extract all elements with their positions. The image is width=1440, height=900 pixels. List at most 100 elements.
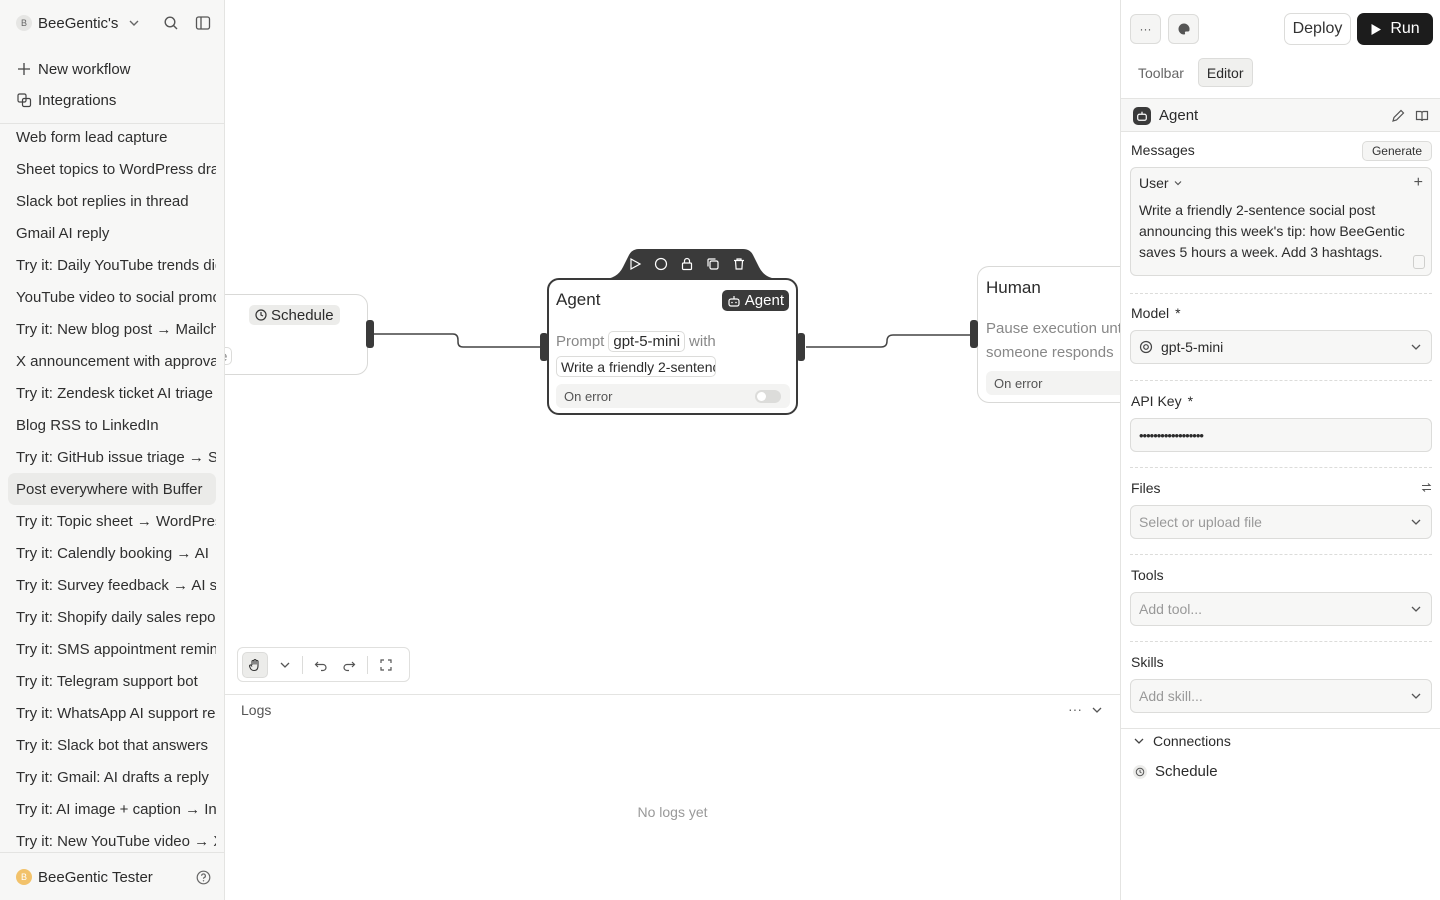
workflow-item[interactable]: Sheet topics to WordPress drafts (8, 153, 216, 185)
workflow-item[interactable]: Try it: SMS appointment reminder (8, 633, 216, 665)
new-workflow-label: New workflow (38, 60, 131, 78)
workflow-item[interactable]: Try it: Shopify daily sales report (8, 601, 216, 633)
human-node[interactable]: Human Pause execution until someone resp… (977, 266, 1120, 403)
connections-toggle[interactable]: Connections (1133, 733, 1231, 749)
schedule-output-handle[interactable] (366, 320, 374, 348)
workflow-item[interactable]: Try it: Zendesk ticket AI triage (8, 377, 216, 409)
workflow-item[interactable]: Web form lead capture (8, 121, 216, 153)
workspace-name[interactable]: BeeGentic's (38, 15, 120, 32)
lock-icon[interactable] (679, 256, 695, 272)
workflow-item[interactable]: Blog RSS to LinkedIn (8, 409, 216, 441)
section-divider (1130, 380, 1432, 381)
workflow-item[interactable]: X announcement with approval (8, 345, 216, 377)
workflow-item[interactable]: Try it: Topic sheet → WordPress (8, 505, 216, 537)
fit-view-button[interactable] (376, 652, 396, 678)
workflow-item[interactable]: Try it: Calendly booking → AI (8, 537, 216, 569)
panel-divider (1121, 728, 1440, 729)
more-button[interactable]: ··· (1130, 14, 1161, 44)
tab-editor[interactable]: Editor (1197, 58, 1253, 87)
workflow-item[interactable]: Try it: GitHub issue triage → Slack (8, 441, 216, 473)
expand-icon[interactable] (1413, 255, 1425, 269)
human-node-title: Human (986, 278, 1041, 297)
role-label: User (1139, 175, 1169, 191)
integrations-icon (16, 92, 32, 108)
tab-toolbar[interactable]: Toolbar (1130, 58, 1192, 87)
pencil-icon[interactable] (1391, 109, 1405, 123)
chevron-down-icon (1174, 181, 1181, 186)
agent-node-badge: Agent (721, 290, 789, 311)
run-button[interactable]: Run (1357, 13, 1433, 45)
help-icon[interactable] (196, 870, 211, 885)
tools-select[interactable]: Add tool... (1130, 592, 1432, 626)
undo-button[interactable] (311, 652, 331, 678)
agent-prompt-row: Prompt gpt-5-mini with (556, 331, 716, 352)
run-node-icon[interactable] (627, 256, 643, 272)
deploy-button[interactable]: Deploy (1284, 13, 1351, 45)
integrations-button[interactable]: Integrations (16, 88, 116, 112)
workflow-item[interactable]: Try it: WhatsApp AI support reply (8, 697, 216, 729)
human-input-handle[interactable] (970, 320, 978, 348)
tool-dropdown-button[interactable] (276, 652, 294, 678)
redo-button[interactable] (339, 652, 359, 678)
agent-output-handle[interactable] (797, 333, 805, 361)
workspace-switcher[interactable]: B BeeGentic's (16, 12, 211, 34)
prompt-label: Prompt (556, 333, 605, 350)
pan-tool-button[interactable] (242, 651, 268, 678)
search-icon[interactable] (163, 15, 179, 31)
clock-icon (255, 309, 267, 321)
agent-input-handle[interactable] (540, 333, 548, 361)
model-select[interactable]: gpt-5-mini (1130, 330, 1432, 364)
workflow-item[interactable]: Try it: Telegram support bot (8, 665, 216, 697)
workflow-item[interactable]: Try it: New YouTube video → X (8, 825, 216, 850)
chevron-down-icon[interactable] (128, 17, 140, 29)
logs-panel: Logs ··· No logs yet (225, 694, 1120, 900)
message-chip: Write a friendly 2-sentence (556, 356, 716, 377)
chevron-down-icon (1411, 693, 1421, 699)
workflow-item[interactable]: Try it: Gmail: AI drafts a reply (8, 761, 216, 793)
schedule-node[interactable]: Schedule time (225, 294, 368, 375)
new-workflow-button[interactable]: New workflow (16, 57, 131, 81)
workflow-item[interactable]: Try it: Survey feedback → AI summary (8, 569, 216, 601)
add-message-icon[interactable]: + (1414, 174, 1423, 192)
switch-mode-icon[interactable] (1421, 482, 1432, 493)
logs-more-button[interactable]: ··· (1068, 701, 1082, 717)
workflow-item[interactable]: Try it: AI image + caption → Instagram (8, 793, 216, 825)
logs-empty-state: No logs yet (637, 804, 708, 820)
workflow-item[interactable]: Post everywhere with Buffer (8, 473, 216, 505)
theme-button[interactable] (1168, 14, 1199, 44)
agent-node-title: Agent (556, 290, 601, 309)
agent-on-error-row: On error (556, 384, 790, 408)
workflow-item[interactable]: YouTube video to social promo (8, 281, 216, 313)
book-icon[interactable] (1415, 109, 1429, 123)
agent-node-badge-label: Agent (744, 292, 784, 309)
user-menu[interactable]: B BeeGentic Tester (16, 866, 211, 888)
workflow-item[interactable]: Try it: Slack bot that answers (8, 729, 216, 761)
workflow-item[interactable]: Gmail AI reply (8, 217, 216, 249)
role-select[interactable]: User (1139, 175, 1183, 191)
workflow-item[interactable]: Try it: New blog post → Mailchimp (8, 313, 216, 345)
connection-item[interactable]: Schedule (1133, 763, 1218, 780)
toolbar-separator (302, 655, 303, 674)
workflow-item[interactable]: Slack bot replies in thread (8, 185, 216, 217)
workflow-item[interactable]: Try it: Daily YouTube trends digest (8, 249, 216, 281)
copy-icon[interactable] (705, 256, 721, 272)
workflow-canvas[interactable]: Schedule time Agent Agent Prompt gpt-5-m… (225, 0, 1120, 694)
apikey-input[interactable]: •••••••••••••••••• (1130, 418, 1432, 452)
message-text[interactable]: Write a friendly 2-sentence social post … (1139, 200, 1425, 263)
skills-select[interactable]: Add skill... (1130, 679, 1432, 713)
canvas-controls (237, 647, 410, 682)
tools-label: Tools (1131, 567, 1164, 583)
agent-node[interactable]: Agent Agent Prompt gpt-5-mini with Write… (547, 278, 798, 415)
chevron-down-icon[interactable] (1090, 703, 1104, 717)
avatar: B (16, 869, 32, 885)
message-editor[interactable]: User + Write a friendly 2-sentence socia… (1130, 167, 1432, 276)
sidebar-toggle-icon[interactable] (195, 15, 211, 31)
section-divider (1130, 293, 1432, 294)
on-error-toggle[interactable] (755, 390, 781, 403)
files-select[interactable]: Select or upload file (1130, 505, 1432, 539)
redo-icon (343, 661, 356, 671)
trash-icon[interactable] (731, 256, 747, 272)
generate-button[interactable]: Generate (1362, 141, 1432, 161)
toggle-node-icon[interactable] (653, 256, 669, 272)
chevron-down-icon (1411, 344, 1421, 350)
